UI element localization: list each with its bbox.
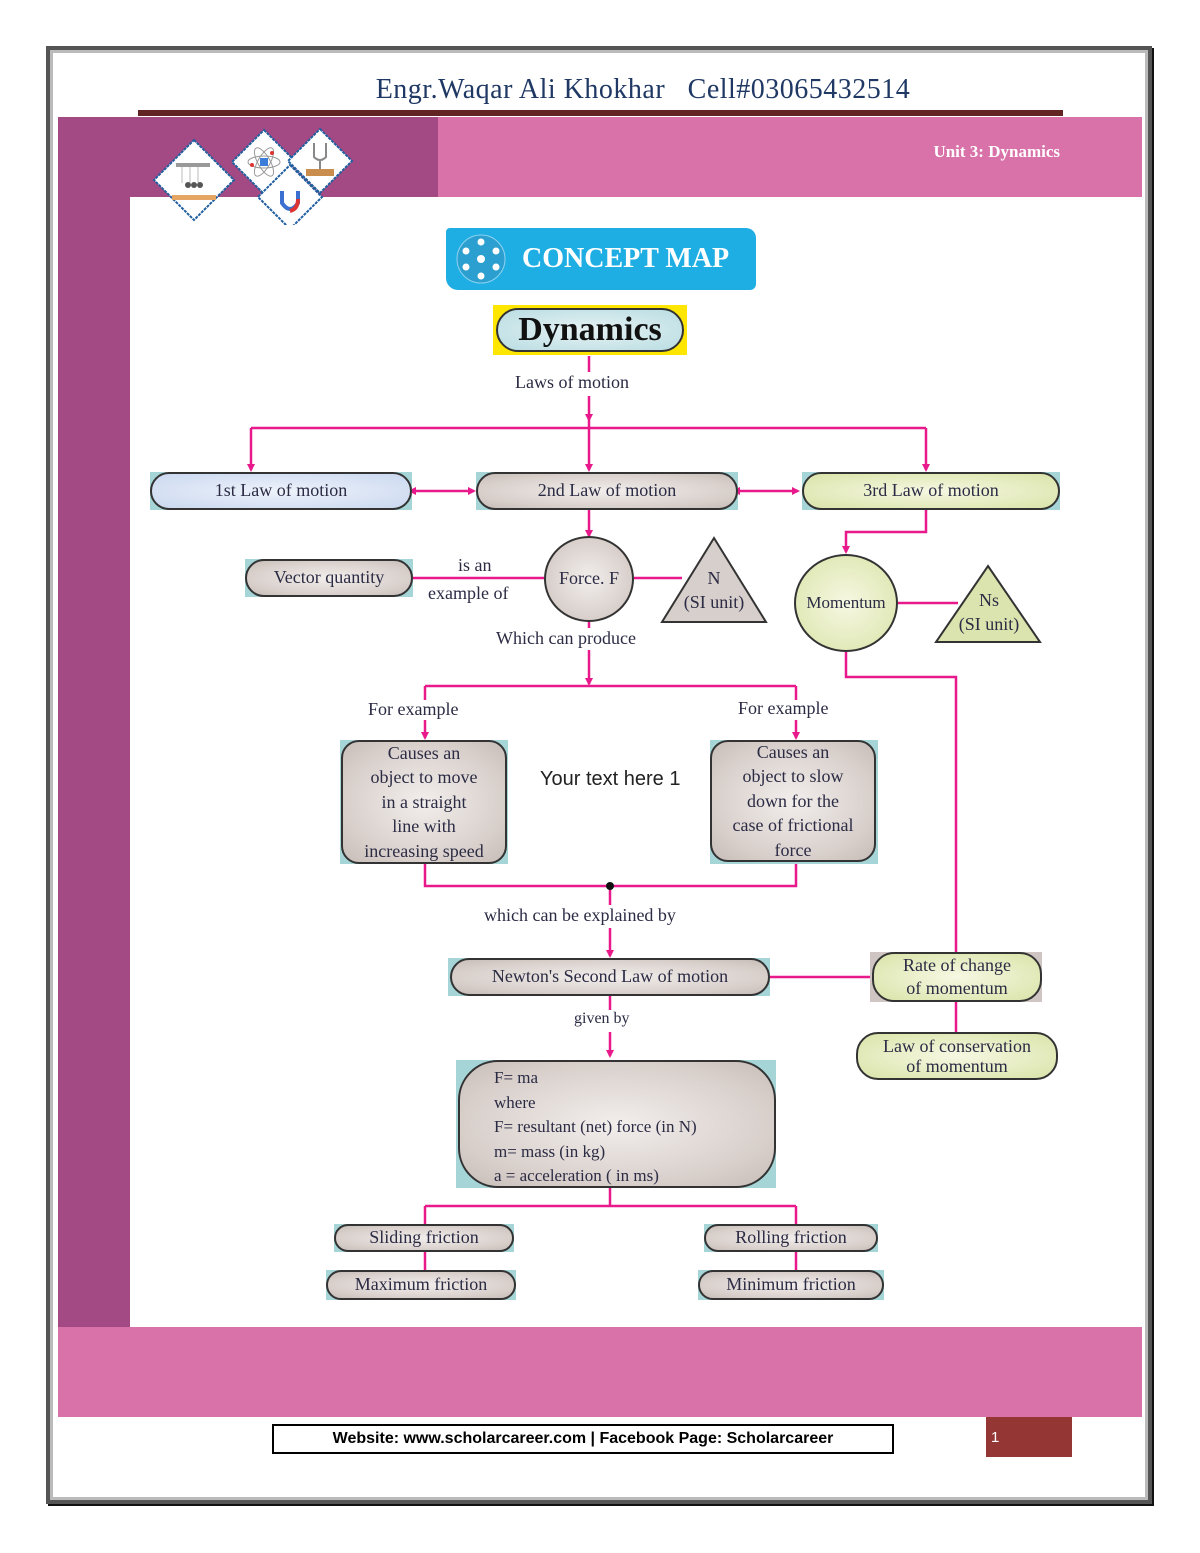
- example-left-line: in a straight: [381, 791, 467, 812]
- node-sliding-friction: Sliding friction: [334, 1224, 514, 1252]
- node-minimum-friction: Minimum friction: [698, 1270, 884, 1300]
- formula-line: F= ma: [494, 1068, 539, 1087]
- footer-band: [58, 1327, 1142, 1417]
- example-right-line: force: [774, 839, 812, 860]
- concept-map-icon: [456, 234, 506, 284]
- node-maximum-friction: Maximum friction: [326, 1270, 516, 1300]
- node-rolling-friction: Rolling friction: [704, 1224, 878, 1252]
- unit-logo: [152, 127, 354, 225]
- node-law-of-conservation: Law of conservation of momentum: [856, 1032, 1058, 1080]
- momentum-unit-symbol: Ns: [978, 590, 999, 610]
- node-newton-second-law: Newton's Second Law of motion: [450, 958, 770, 996]
- formula-line: where: [494, 1092, 536, 1112]
- link-which-can-produce: Which can produce: [496, 628, 636, 648]
- link-explained-by: which can be explained by: [484, 905, 676, 925]
- example-left-line: object to move: [370, 767, 478, 788]
- root-node-dynamics: Dynamics: [496, 308, 684, 352]
- formula-line: F= resultant (net) force (in N): [494, 1117, 697, 1136]
- placeholder-text[interactable]: Your text here 1: [540, 768, 680, 791]
- momentum-unit-label: (SI unit): [958, 614, 1020, 634]
- node-rate-of-change: Rate of change of momentum: [872, 952, 1042, 1002]
- example-left-line: Causes an: [387, 742, 461, 763]
- link-for-example-right: For example: [738, 698, 829, 718]
- rate-line: of momentum: [906, 978, 1008, 998]
- link-given-by: given by: [574, 1010, 630, 1027]
- node-3rd-law: 3rd Law of motion: [802, 472, 1060, 510]
- newtons-cradle-icon: [152, 138, 236, 222]
- node-force: Force. F: [544, 536, 634, 622]
- node-formula: F= ma where F= resultant (net) force (in…: [458, 1060, 776, 1188]
- node-example-right: Causes an object to slow down for the ca…: [710, 740, 876, 862]
- node-1st-law: 1st Law of motion: [150, 472, 412, 510]
- link-example-of: example of: [428, 583, 509, 603]
- formula-line: m= mass (in kg): [494, 1141, 606, 1161]
- link-is-an: is an: [458, 555, 492, 575]
- concept-map-banner: CONCEPT MAP: [446, 228, 756, 290]
- node-2nd-law: 2nd Law of motion: [476, 472, 738, 510]
- conservation-line: Law of conservation: [883, 1036, 1031, 1056]
- header-rule: [138, 110, 1063, 116]
- node-example-left: Causes an object to move in a straight l…: [341, 740, 507, 864]
- conservation-line: of momentum: [906, 1056, 1008, 1076]
- example-left-line: increasing speed: [364, 840, 484, 861]
- link-for-example-left: For example: [368, 699, 459, 719]
- example-left-line: line with: [392, 816, 456, 837]
- node-vector-quantity: Vector quantity: [245, 559, 413, 597]
- footer-website-line: Website: www.scholarcareer.com | Faceboo…: [272, 1424, 894, 1454]
- formula-line: a = acceleration ( in ms): [494, 1166, 659, 1185]
- unit-label: Unit 3: Dynamics: [933, 142, 1060, 161]
- side-strip: [58, 197, 130, 1327]
- force-unit-symbol: N: [707, 568, 721, 588]
- author-header: Engr.Waqar Ali Khokhar Cell#03065432514: [375, 74, 911, 105]
- example-right-line: Causes an: [756, 741, 830, 762]
- example-right-line: case of frictional: [732, 815, 854, 836]
- force-unit-label: (SI unit): [683, 592, 745, 612]
- link-laws-of-motion: Laws of motion: [515, 372, 629, 392]
- example-right-line: object to slow: [742, 766, 844, 787]
- example-right-line: down for the: [747, 790, 839, 811]
- node-momentum: Momentum: [794, 554, 898, 652]
- concept-map-title: CONCEPT MAP: [522, 243, 730, 274]
- rate-line: Rate of change: [903, 955, 1011, 975]
- page-number: 1: [986, 1417, 1072, 1457]
